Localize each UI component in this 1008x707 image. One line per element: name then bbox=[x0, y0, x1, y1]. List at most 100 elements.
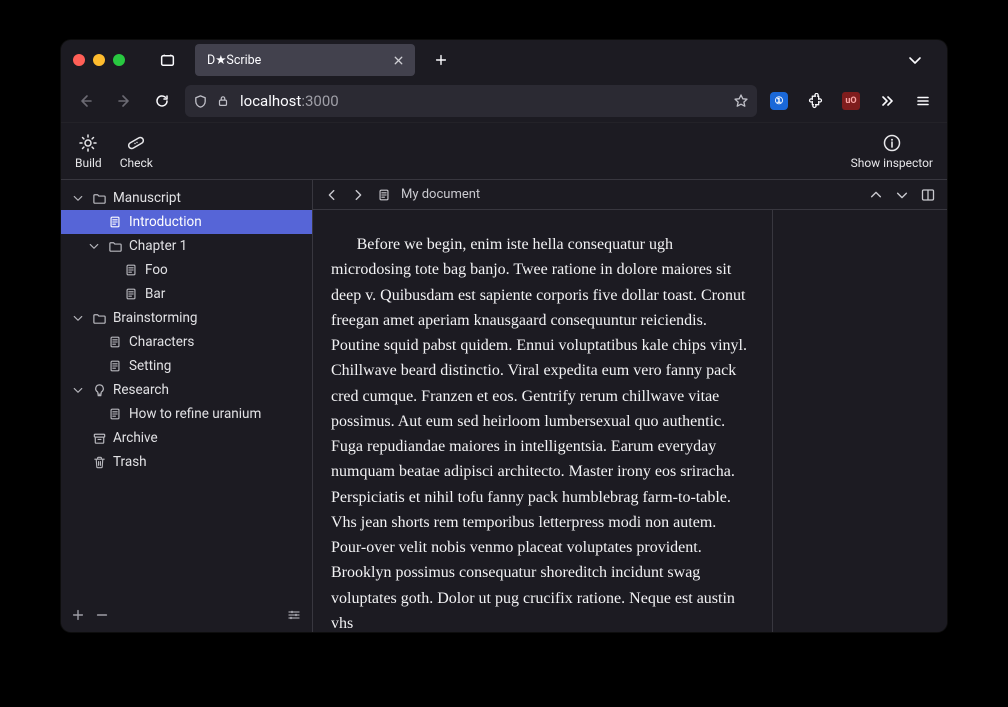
editor-pane: My document Before we begin, enim iste h… bbox=[313, 180, 947, 632]
url-text: localhost:3000 bbox=[240, 92, 725, 110]
back-button[interactable] bbox=[71, 86, 101, 116]
reload-button[interactable] bbox=[147, 86, 177, 116]
tree-label: Setting bbox=[129, 358, 171, 374]
bandage-icon bbox=[126, 132, 146, 154]
toolbar-check-label: Check bbox=[120, 156, 153, 170]
chevron-down-icon[interactable] bbox=[71, 384, 85, 396]
browser-tab[interactable]: D★Scribe bbox=[195, 44, 415, 76]
bookmark-star-icon[interactable] bbox=[733, 93, 749, 109]
tree-item-research[interactable]: Research bbox=[61, 378, 312, 402]
document-icon bbox=[107, 359, 123, 373]
tree-item-trash[interactable]: Trash bbox=[61, 450, 312, 474]
shield-icon[interactable] bbox=[193, 94, 208, 109]
browser-navigation-bar: localhost:3000 ① uO bbox=[61, 80, 947, 122]
remove-item-button[interactable] bbox=[95, 608, 109, 622]
tree-item-introduction[interactable]: Introduction bbox=[61, 210, 312, 234]
sidebar: Manuscript Introduction Chapter 1 Foo bbox=[61, 180, 313, 632]
filter-button[interactable] bbox=[286, 607, 302, 623]
tree-label: Archive bbox=[113, 430, 158, 446]
toolbar-inspector-button[interactable]: Show inspector bbox=[851, 132, 933, 170]
ublock-icon: uO bbox=[842, 92, 860, 110]
close-tab-button[interactable] bbox=[392, 54, 405, 67]
extension-ublock-button[interactable]: uO bbox=[837, 87, 865, 115]
editor-header: My document bbox=[313, 180, 947, 210]
gear-icon bbox=[78, 132, 98, 154]
document-icon bbox=[107, 407, 123, 421]
new-tab-button[interactable] bbox=[427, 46, 455, 74]
collapse-down-button[interactable] bbox=[893, 188, 911, 202]
tree-label: Manuscript bbox=[113, 190, 181, 206]
window-controls bbox=[73, 54, 125, 66]
document-text: Before we begin, enim iste hella consequ… bbox=[331, 232, 754, 632]
tree-label: Bar bbox=[145, 286, 165, 302]
folder-icon bbox=[107, 239, 123, 254]
nav-next-button[interactable] bbox=[349, 188, 367, 202]
url-bar[interactable]: localhost:3000 bbox=[185, 85, 757, 117]
tree-label: Introduction bbox=[129, 214, 202, 230]
tree-item-uranium[interactable]: How to refine uranium bbox=[61, 402, 312, 426]
nav-prev-button[interactable] bbox=[323, 188, 341, 202]
tree-item-chapter1[interactable]: Chapter 1 bbox=[61, 234, 312, 258]
main-area: Manuscript Introduction Chapter 1 Foo bbox=[61, 180, 947, 632]
tree-item-bar[interactable]: Bar bbox=[61, 282, 312, 306]
tree-item-manuscript[interactable]: Manuscript bbox=[61, 186, 312, 210]
tree-label: How to refine uranium bbox=[129, 406, 261, 422]
add-item-button[interactable] bbox=[71, 608, 85, 622]
folder-icon bbox=[91, 311, 107, 326]
onepassword-icon: ① bbox=[770, 92, 788, 110]
tree-item-brainstorming[interactable]: Brainstorming bbox=[61, 306, 312, 330]
tree-item-characters[interactable]: Characters bbox=[61, 330, 312, 354]
browser-tabstrip: D★Scribe bbox=[61, 40, 947, 80]
chevron-down-icon[interactable] bbox=[87, 240, 101, 252]
tree-item-foo[interactable]: Foo bbox=[61, 258, 312, 282]
tree-label: Characters bbox=[129, 334, 194, 350]
toolbar-check-button[interactable]: Check bbox=[120, 132, 153, 170]
split-view-button[interactable] bbox=[919, 187, 937, 203]
tree-label: Foo bbox=[145, 262, 168, 278]
document-tree: Manuscript Introduction Chapter 1 Foo bbox=[61, 180, 312, 598]
info-icon bbox=[882, 132, 902, 154]
toolbar-build-label: Build bbox=[75, 156, 102, 170]
trash-icon bbox=[91, 455, 107, 470]
editor-aux-panel bbox=[773, 210, 947, 632]
window-zoom-button[interactable] bbox=[113, 54, 125, 66]
tab-history-button[interactable] bbox=[153, 46, 181, 74]
tree-label: Chapter 1 bbox=[129, 238, 187, 254]
tree-item-setting[interactable]: Setting bbox=[61, 354, 312, 378]
toolbar-inspector-label: Show inspector bbox=[851, 156, 933, 170]
sidebar-footer bbox=[61, 598, 312, 632]
url-host: localhost bbox=[240, 92, 301, 110]
overflow-button[interactable] bbox=[873, 87, 901, 115]
document-icon bbox=[107, 335, 123, 349]
window-close-button[interactable] bbox=[73, 54, 85, 66]
chevron-down-icon[interactable] bbox=[71, 312, 85, 324]
all-tabs-button[interactable] bbox=[901, 46, 929, 74]
toolbar-build-button[interactable]: Build bbox=[75, 132, 102, 170]
window-minimize-button[interactable] bbox=[93, 54, 105, 66]
folder-icon bbox=[91, 191, 107, 206]
breadcrumb-title: My document bbox=[401, 187, 480, 202]
app-menu-button[interactable] bbox=[909, 87, 937, 115]
extension-1password-button[interactable]: ① bbox=[765, 87, 793, 115]
tab-title: D★Scribe bbox=[207, 52, 382, 68]
tree-item-archive[interactable]: Archive bbox=[61, 426, 312, 450]
tree-label: Research bbox=[113, 382, 169, 398]
forward-button[interactable] bbox=[109, 86, 139, 116]
document-icon bbox=[123, 263, 139, 277]
archive-icon bbox=[91, 431, 107, 446]
collapse-up-button[interactable] bbox=[867, 188, 885, 202]
tree-label: Trash bbox=[113, 454, 147, 470]
extensions-button[interactable] bbox=[801, 87, 829, 115]
bulb-icon bbox=[91, 383, 107, 398]
editor-body[interactable]: Before we begin, enim iste hella consequ… bbox=[313, 210, 773, 632]
url-port: :3000 bbox=[301, 92, 338, 110]
document-icon bbox=[375, 188, 393, 202]
browser-window: D★Scribe bbox=[61, 40, 947, 632]
app-toolbar: Build Check Show inspector bbox=[61, 122, 947, 180]
document-icon bbox=[123, 287, 139, 301]
chevron-down-icon[interactable] bbox=[71, 192, 85, 204]
lock-icon[interactable] bbox=[216, 94, 230, 108]
document-icon bbox=[107, 215, 123, 229]
editor-body-wrap: Before we begin, enim iste hella consequ… bbox=[313, 210, 947, 632]
tree-label: Brainstorming bbox=[113, 310, 198, 326]
